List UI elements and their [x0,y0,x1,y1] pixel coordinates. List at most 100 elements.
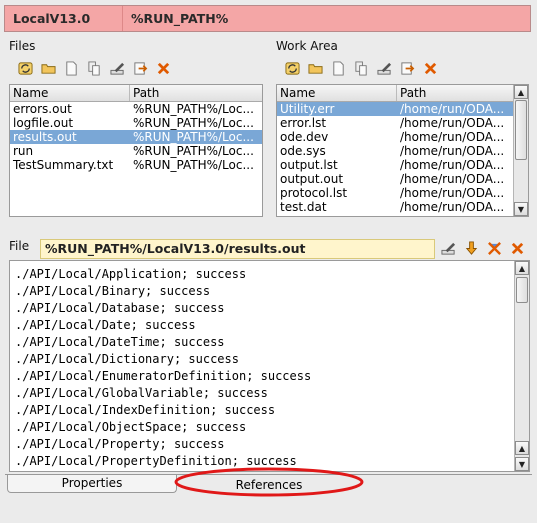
files-row[interactable]: logfile.out %RUN_PATH%/Loc... [10,116,262,130]
wa-open-folder-button[interactable] [305,58,326,79]
workarea-row[interactable]: output.lst/home/run/ODA... [277,158,513,172]
workarea-row-path: /home/run/ODA... [400,186,505,200]
workarea-row-name: test.dat [280,200,327,214]
wa-refresh-button[interactable] [282,58,303,79]
workarea-list-header: Name Path [277,85,513,102]
files-col-name[interactable]: Name [10,85,130,101]
file-download-button[interactable] [461,238,482,259]
wa-new-document-button[interactable] [328,58,349,79]
workarea-row-path: /home/run/ODA... [400,158,505,172]
workarea-row-name: ode.dev [280,130,329,144]
files-row-path: %RUN_PATH%/Loc... [133,102,254,116]
workarea-row[interactable]: Utility.err/home/run/ODA... [277,102,513,116]
log-line: ./API/Local/EnumeratorDefinition; succes… [15,369,312,383]
open-folder-button[interactable] [38,58,59,79]
workarea-toolbar [282,58,441,79]
workarea-row-path: /home/run/ODA... [400,130,505,144]
new-document-icon [66,61,77,76]
refresh-button[interactable] [15,58,36,79]
scroll-up-button[interactable]: ▲ [515,441,529,455]
wa-edit-button[interactable] [374,58,395,79]
workarea-list[interactable]: Name Path Utility.err/home/run/ODA... err… [276,84,529,217]
workarea-row-path: /home/run/ODA... [400,172,505,186]
files-row-name: TestSummary.txt [13,158,114,172]
file-content[interactable]: ./API/Local/Application; success ./API/Lo… [9,260,530,472]
banner-name: LocalV13.0 [5,6,123,31]
workarea-row[interactable]: output.out/home/run/ODA... [277,172,513,186]
workarea-row[interactable]: ode.sys/home/run/ODA... [277,144,513,158]
workarea-row[interactable]: ode.dev/home/run/ODA... [277,130,513,144]
workarea-row-name: protocol.lst [280,186,348,200]
log-line: ./API/Local/Database; success [15,301,225,315]
files-row[interactable]: results.out %RUN_PATH%/Loc... [10,130,262,144]
workarea-row-path: /home/run/ODA... [400,102,505,116]
log-line: ./API/Local/Date; success [15,318,196,332]
file-toolbar [438,238,528,259]
refresh-icon [18,62,33,75]
files-toolbar [15,58,174,79]
files-row[interactable]: run %RUN_PATH%/Loc... [10,144,262,158]
workarea-scrollbar[interactable]: ▲ ▼ [513,85,528,216]
files-row[interactable]: TestSummary.txt %RUN_PATH%/Loc... [10,158,262,172]
wa-copy-button[interactable] [351,58,372,79]
delete-icon [157,62,170,75]
copy-button[interactable] [84,58,105,79]
file-content-scrollbar[interactable]: ▲ ▲ ▼ [514,261,529,471]
log-line: ./API/Local/DateTime; success [15,335,225,349]
files-list[interactable]: Name Path errors.out %RUN_PATH%/Loc... log… [9,84,263,217]
wa-delete-button[interactable] [420,58,441,79]
delete-icon [424,62,437,75]
workarea-label: Work Area [276,39,338,53]
workarea-row[interactable]: test.dat/home/run/ODA... [277,200,513,214]
file-delete-button[interactable] [507,238,528,259]
scroll-down-button[interactable]: ▼ [515,457,529,471]
log-line: ./API/Local/Dictionary; success [15,352,239,366]
log-line: ./API/Local/ObjectSpace; success [15,420,247,434]
scroll-up-button[interactable]: ▲ [515,261,529,275]
workarea-row-path: /home/run/ODA... [400,144,505,158]
log-line: ./API/Local/IndexDefinition; success [15,403,276,417]
highlight-ellipse [174,467,364,497]
scroll-down-button[interactable]: ▼ [514,202,528,216]
files-col-path[interactable]: Path [130,85,262,101]
file-content-text: ./API/Local/Application; success ./API/Lo… [10,261,513,470]
files-row-path: %RUN_PATH%/Loc... [133,116,254,130]
scroll-thumb[interactable] [516,277,528,303]
workarea-row-name: output.lst [280,158,338,172]
file-edit-button[interactable] [438,238,459,259]
workarea-row[interactable]: protocol.lst/home/run/ODA... [277,186,513,200]
clear-icon [488,242,501,255]
files-row-name: logfile.out [13,116,74,130]
delete-button[interactable] [153,58,174,79]
new-document-icon [333,61,344,76]
arrow-down-icon [465,241,478,255]
edit-icon [110,62,125,75]
arrow-up-icon: ▲ [518,443,526,453]
workarea-col-path[interactable]: Path [397,85,513,101]
title-banner: LocalV13.0 %RUN_PATH% [4,5,531,32]
files-row-name: results.out [13,130,77,144]
export-icon [134,62,148,75]
file-clear-button[interactable] [484,238,505,259]
files-rows: errors.out %RUN_PATH%/Loc... logfile.out %R… [10,102,262,172]
files-row-path: %RUN_PATH%/Loc... [133,158,254,172]
scroll-thumb[interactable] [515,100,527,160]
workarea-row-name: error.lst [280,116,327,130]
log-line: ./API/Local/GlobalVariable; success [15,386,268,400]
workarea-row-name: ode.sys [280,144,326,158]
workarea-row-path: /home/run/ODA... [400,200,505,214]
open-folder-icon [41,64,56,74]
export-button[interactable] [130,58,151,79]
arrow-up-icon: ▲ [518,263,526,273]
files-label: Files [9,39,36,53]
file-path-field[interactable]: %RUN_PATH%/LocalV13.0/results.out [40,239,435,259]
edit-button[interactable] [107,58,128,79]
workarea-col-name[interactable]: Name [277,85,397,101]
workarea-row[interactable]: error.lst/home/run/ODA... [277,116,513,130]
wa-export-button[interactable] [397,58,418,79]
files-row[interactable]: errors.out %RUN_PATH%/Loc... [10,102,262,116]
tab-properties[interactable]: Properties [7,475,177,493]
new-document-button[interactable] [61,58,82,79]
copy-icon [355,61,367,76]
scroll-up-button[interactable]: ▲ [514,85,528,99]
